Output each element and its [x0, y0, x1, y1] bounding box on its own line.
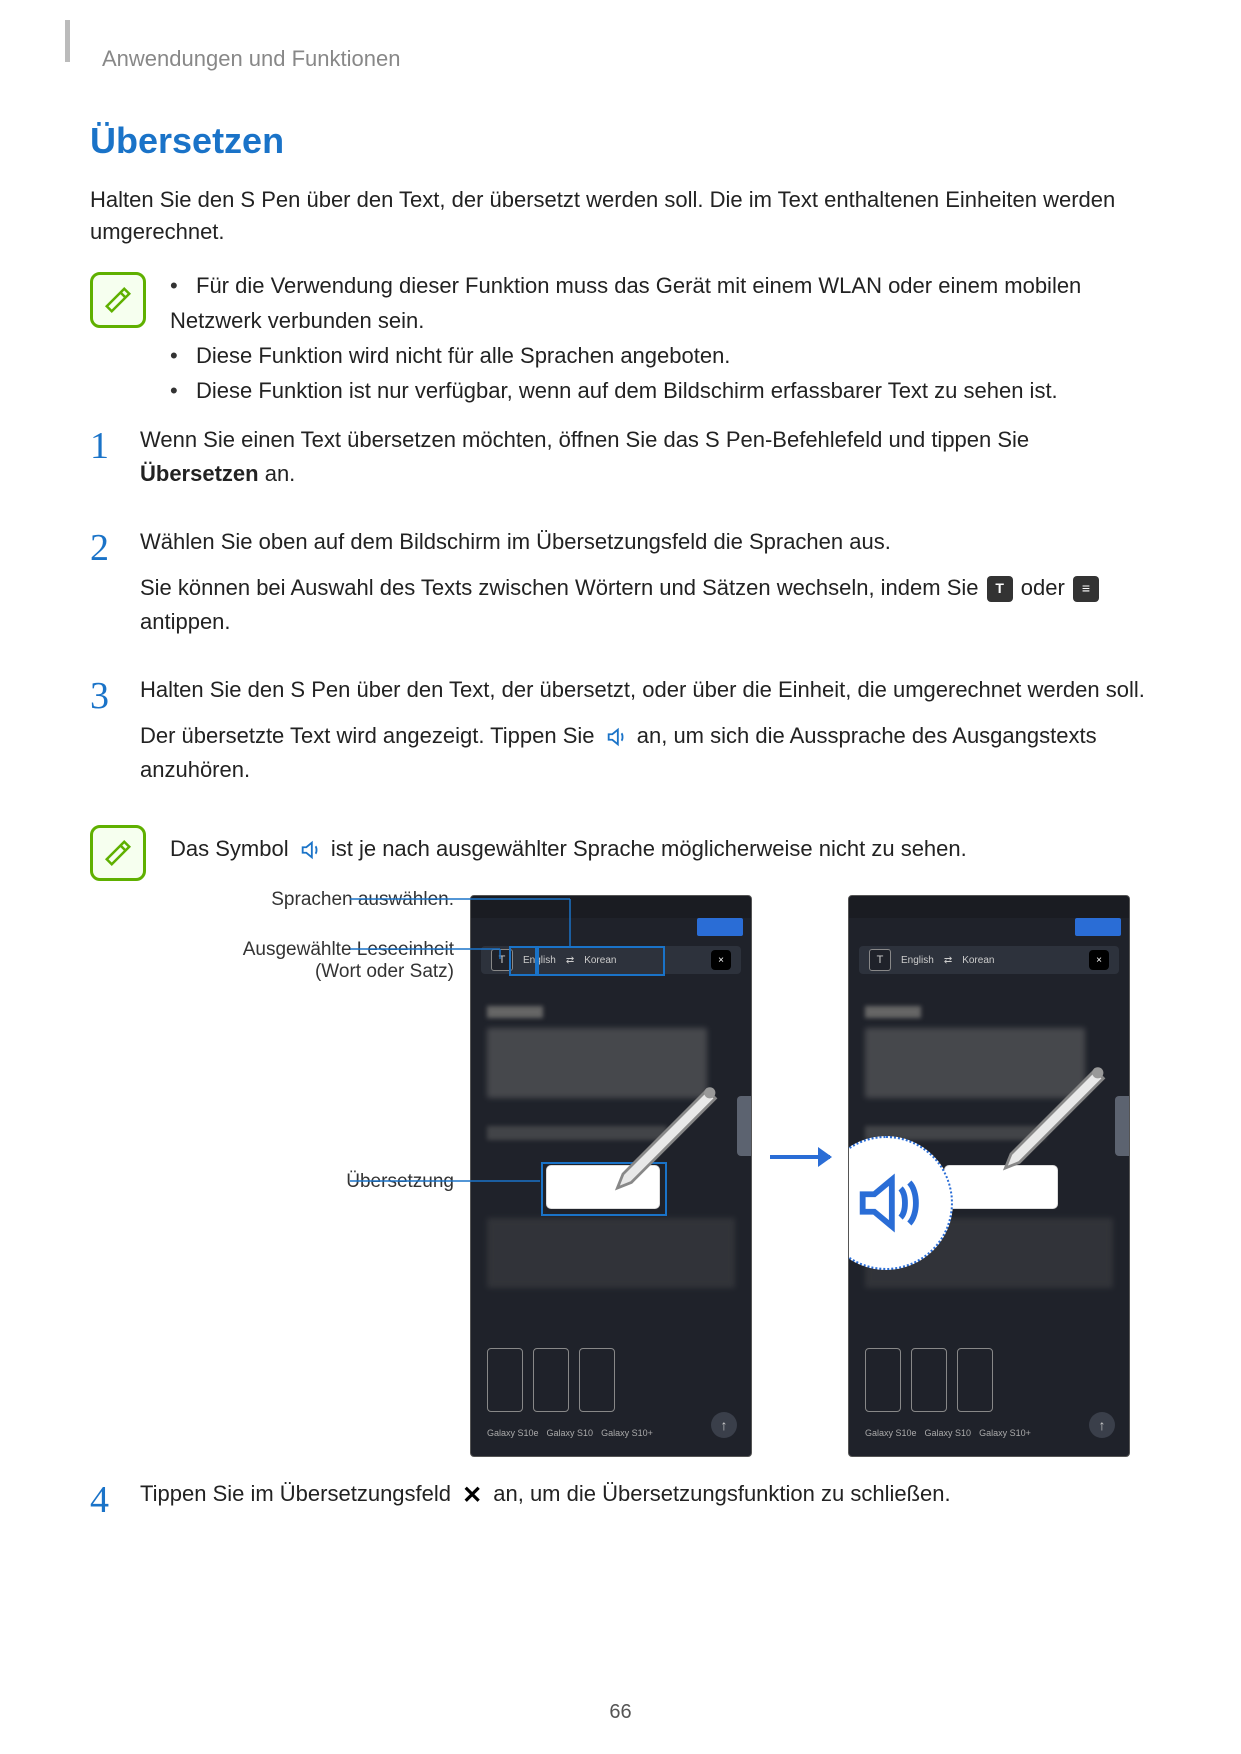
- note-block-1: Für die Verwendung dieser Funktion muss …: [90, 268, 1151, 409]
- toolbar-lang1: English: [523, 955, 556, 966]
- mode-word-icon: T: [869, 949, 891, 971]
- step-text: an.: [259, 461, 296, 486]
- phone-action-button: [697, 918, 743, 936]
- thumbnail-labels: Galaxy S10e Galaxy S10 Galaxy S10+: [865, 1428, 1031, 1438]
- feedback-tab: [1115, 1096, 1129, 1156]
- step-text: Sie können bei Auswahl des Texts zwische…: [140, 575, 985, 600]
- speaker-icon: [603, 724, 629, 750]
- step-text: Der übersetzte Text wird angezeigt. Tipp…: [140, 723, 601, 748]
- note-item: Diese Funktion wird nicht für alle Sprac…: [170, 338, 1151, 373]
- thumbnail: [533, 1348, 569, 1412]
- mode-word-icon: T: [491, 949, 513, 971]
- callout-translation: Übersetzung: [214, 1171, 454, 1193]
- thumbnail: [865, 1348, 901, 1412]
- blurred-text: [487, 1218, 735, 1288]
- page-number: 66: [0, 1701, 1241, 1724]
- thumbnail: [957, 1348, 993, 1412]
- scroll-top-button: ↑: [1089, 1412, 1115, 1438]
- thumbnail: [579, 1348, 615, 1412]
- toolbar-lang2: Korean: [584, 955, 616, 966]
- blurred-text: [865, 1028, 1085, 1098]
- step-2: Wählen Sie oben auf dem Bildschirm im Üb…: [90, 525, 1151, 639]
- step-text: an, um die Übersetzungsfunktion zu schli…: [493, 1481, 950, 1506]
- blurred-text: [865, 1006, 921, 1018]
- phone-screenshot-before: T English ⇄ Korean × Galaxy S10e Galaxy …: [470, 895, 752, 1457]
- close-icon: ✕: [459, 1482, 485, 1508]
- step-bold: Übersetzen: [140, 461, 259, 486]
- feedback-tab: [737, 1096, 751, 1156]
- step-3: Halten Sie den S Pen über den Text, der …: [90, 673, 1151, 787]
- speaker-icon: [297, 837, 323, 863]
- intro-paragraph: Halten Sie den S Pen über den Text, der …: [90, 184, 1151, 248]
- toolbar-close-icon: ×: [1089, 950, 1109, 970]
- swap-icon: ⇄: [566, 955, 574, 966]
- toolbar-lang2: Korean: [962, 955, 994, 966]
- translation-tooltip: [547, 1166, 659, 1208]
- thumbnail: [487, 1348, 523, 1412]
- note-item: Für die Verwendung dieser Funktion muss …: [170, 268, 1151, 338]
- step-text: Halten Sie den S Pen über den Text, der …: [140, 677, 1145, 702]
- step-text: oder: [1021, 575, 1071, 600]
- thumbnail-labels: Galaxy S10e Galaxy S10 Galaxy S10+: [487, 1428, 653, 1438]
- section-title: Übersetzen: [90, 120, 1151, 162]
- callout-unit: Ausgewählte Leseeinheit (Wort oder Satz): [214, 939, 454, 983]
- arrow-icon: [752, 895, 848, 1159]
- translation-tooltip: [945, 1166, 1057, 1208]
- thumbnail: [911, 1348, 947, 1412]
- toolbar-close-icon: ×: [711, 950, 731, 970]
- step-text: antippen.: [140, 609, 231, 634]
- blurred-text: [487, 1028, 707, 1098]
- scroll-top-button: ↑: [711, 1412, 737, 1438]
- translate-toolbar: T English ⇄ Korean ×: [859, 946, 1119, 974]
- note-text: Das Symbol: [170, 836, 295, 861]
- phone-thumbnails: [865, 1348, 993, 1412]
- toolbar-lang1: English: [901, 955, 934, 966]
- phone-action-button: [1075, 918, 1121, 936]
- note-icon: [90, 272, 146, 328]
- note-item: Diese Funktion ist nur verfügbar, wenn a…: [170, 373, 1151, 408]
- header-accent-bar: [65, 20, 70, 62]
- swap-icon: ⇄: [944, 955, 952, 966]
- sentence-mode-icon: ≡: [1073, 576, 1099, 602]
- translate-toolbar: T English ⇄ Korean ×: [481, 946, 741, 974]
- note-block-2: Das Symbol ist je nach ausgewählter Spra…: [90, 821, 1151, 881]
- phone-thumbnails: [487, 1348, 615, 1412]
- step-text: Tippen Sie im Übersetzungsfeld: [140, 1481, 457, 1506]
- blurred-text: [487, 1006, 543, 1018]
- phone-statusbar: [849, 896, 1129, 918]
- step-text: Wenn Sie einen Text übersetzen möchten, …: [140, 427, 1029, 452]
- step-4: Tippen Sie im Übersetzungsfeld ✕ an, um …: [90, 1477, 1151, 1511]
- note-icon: [90, 825, 146, 881]
- note-text: ist je nach ausgewählter Sprache möglich…: [331, 836, 967, 861]
- phone-screenshot-after: T English ⇄ Korean × Galaxy S10e Galaxy …: [848, 895, 1130, 1457]
- phone-statusbar: [471, 896, 751, 918]
- blurred-text: [487, 1126, 667, 1140]
- figure-area: Sprachen auswählen. Ausgewählte Leseeinh…: [90, 895, 1151, 1457]
- callout-languages: Sprachen auswählen.: [214, 889, 454, 911]
- step-1: Wenn Sie einen Text übersetzen möchten, …: [90, 423, 1151, 491]
- step-text: Wählen Sie oben auf dem Bildschirm im Üb…: [140, 529, 891, 554]
- breadcrumb: Anwendungen und Funktionen: [102, 46, 1151, 72]
- word-mode-icon: T: [987, 576, 1013, 602]
